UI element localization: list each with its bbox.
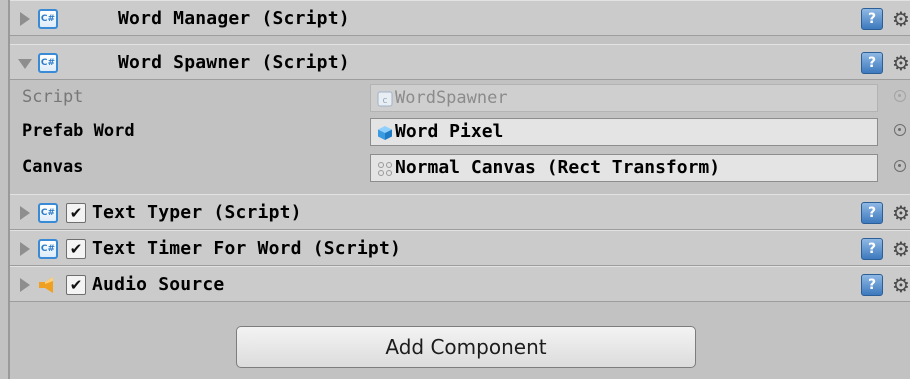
- help-book-icon[interactable]: ?: [861, 8, 883, 30]
- component-title: Word Spawner (Script): [118, 52, 350, 73]
- foldout-arrow-icon[interactable]: [18, 59, 32, 69]
- object-picker-icon[interactable]: [894, 160, 906, 172]
- foldout-arrow-icon[interactable]: [20, 206, 30, 220]
- component-header-text-typer[interactable]: C# ✔ Text Typer (Script) ? ⚙: [10, 194, 910, 230]
- script-object-field: c WordSpawner: [370, 84, 878, 112]
- component-enabled-checkbox[interactable]: ✔: [66, 203, 86, 223]
- add-component-button[interactable]: Add Component: [236, 326, 696, 368]
- component-enabled-checkbox[interactable]: ✔: [66, 239, 86, 259]
- property-label: Canvas: [22, 157, 84, 177]
- component-enabled-checkbox[interactable]: ✔: [66, 275, 86, 295]
- gear-icon[interactable]: ⚙: [892, 49, 910, 77]
- component-header-word-spawner[interactable]: C# Word Spawner (Script) ? ⚙: [10, 44, 910, 80]
- gear-icon[interactable]: ⚙: [892, 199, 910, 227]
- property-row-script: Script c WordSpawner: [10, 82, 910, 112]
- component-header-text-timer-for-word[interactable]: C# ✔ Text Timer For Word (Script) ? ⚙: [10, 230, 910, 266]
- prefab-word-object-field[interactable]: Word Pixel: [370, 118, 878, 146]
- component-header-audio-source[interactable]: ✔ Audio Source ? ⚙: [10, 266, 910, 302]
- gear-icon[interactable]: ⚙: [892, 5, 910, 33]
- component-title: Text Timer For Word (Script): [92, 238, 402, 259]
- foldout-arrow-icon[interactable]: [20, 278, 30, 292]
- field-value: WordSpawner: [395, 88, 508, 108]
- foldout-arrow-icon[interactable]: [20, 12, 30, 26]
- canvas-object-field[interactable]: Normal Canvas (Rect Transform): [370, 154, 878, 182]
- prefab-cube-icon: [378, 126, 392, 140]
- inspector-panel: C# Word Manager (Script) ? ⚙ C# Word Spa…: [10, 0, 910, 379]
- csharp-script-icon: C#: [38, 239, 58, 259]
- add-component-area: Add Component: [10, 308, 910, 379]
- script-asset-icon: c: [377, 91, 393, 107]
- property-row-canvas: Canvas Normal Canvas (Rect Transform): [10, 152, 910, 182]
- gear-icon[interactable]: ⚙: [892, 271, 910, 299]
- csharp-script-icon: C#: [38, 9, 58, 29]
- help-book-icon[interactable]: ?: [861, 274, 883, 296]
- component-title: Audio Source: [92, 274, 225, 295]
- csharp-script-icon: C#: [38, 203, 58, 223]
- audio-source-icon: [39, 277, 53, 293]
- help-book-icon[interactable]: ?: [861, 238, 883, 260]
- help-book-icon[interactable]: ?: [861, 52, 883, 74]
- property-label: Prefab Word: [22, 121, 135, 141]
- component-header-word-manager[interactable]: C# Word Manager (Script) ? ⚙: [10, 0, 910, 36]
- csharp-script-icon: C#: [38, 53, 58, 73]
- object-picker-icon: [894, 90, 906, 102]
- field-value: Word Pixel: [395, 121, 504, 142]
- property-row-prefab-word: Prefab Word Word Pixel: [10, 116, 910, 146]
- gear-icon[interactable]: ⚙: [892, 235, 910, 263]
- rect-transform-icon: [378, 162, 392, 176]
- foldout-arrow-icon[interactable]: [20, 242, 30, 256]
- component-title: Text Typer (Script): [92, 202, 302, 223]
- svg-text:c: c: [383, 96, 388, 106]
- field-value: Normal Canvas (Rect Transform): [395, 157, 721, 178]
- object-picker-icon[interactable]: [894, 124, 906, 136]
- component-title: Word Manager (Script): [118, 8, 350, 29]
- help-book-icon[interactable]: ?: [861, 202, 883, 224]
- property-label: Script: [22, 87, 84, 107]
- inspector-left-edge: [0, 0, 10, 379]
